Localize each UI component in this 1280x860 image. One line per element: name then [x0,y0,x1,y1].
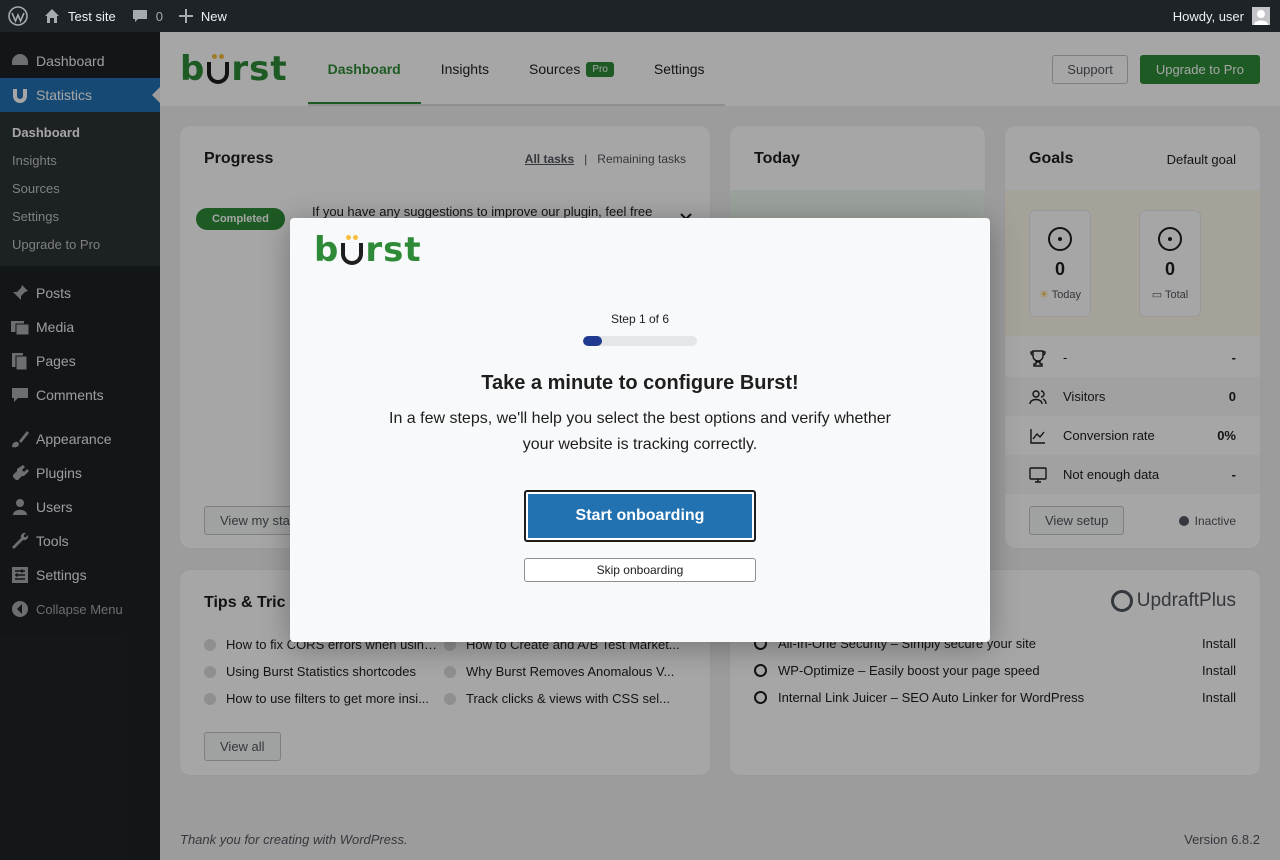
avatar [1252,7,1270,25]
home-icon [44,8,60,24]
modal-description: In a few steps, we'll help you select th… [389,410,891,453]
my-account[interactable]: Howdy, user [1173,7,1280,25]
site-name-link[interactable]: Test site [36,0,124,32]
step-progress-bar [583,336,697,346]
greeting: Howdy, user [1172,8,1244,24]
wordpress-logo-icon[interactable] [0,0,36,32]
new-content-link[interactable]: New [171,0,235,32]
burst-logo: b rst [314,230,422,270]
comments-count: 0 [155,8,163,24]
new-label: New [200,8,227,24]
start-onboarding-button[interactable]: Start onboarding [524,490,756,542]
modal-title: Take a minute to configure Burst! [481,372,799,394]
onboarding-modal: b rst Step 1 of 6 Take a minute to config… [290,218,990,642]
comment-icon [132,8,148,24]
plus-icon [178,9,193,23]
step-label: Step 1 of 6 [610,312,670,326]
modal-overlay: b rst Step 1 of 6 Take a minute to config… [0,0,1280,860]
site-name: Test site [68,8,116,24]
step-progress-fill [583,336,602,346]
skip-onboarding-button[interactable]: Skip onboarding [524,558,756,582]
admin-bar: Test site 0 New Howdy, user [0,0,1280,32]
comments-link[interactable]: 0 [124,0,171,32]
